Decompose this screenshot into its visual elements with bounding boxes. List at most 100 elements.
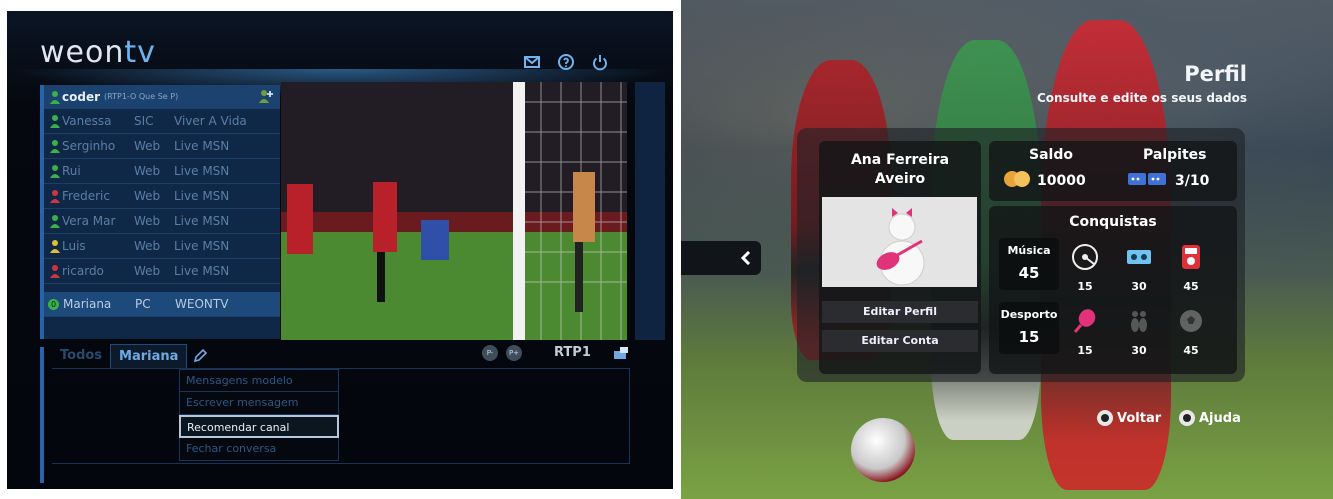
bowling-icon xyxy=(1131,311,1147,332)
edit-account-button[interactable]: Editar Conta xyxy=(822,330,978,352)
achievement-bowling: 30 xyxy=(1121,308,1157,357)
menu-item-escrever-mensagem[interactable]: Escrever mensagem xyxy=(179,392,339,415)
palpites-label: Palpites xyxy=(1143,147,1207,163)
contact-source: Web xyxy=(134,139,161,153)
chevron-left-icon xyxy=(741,251,751,265)
person-icon xyxy=(50,190,60,203)
menu-item-mensagens-modelo[interactable]: Mensagens modelo xyxy=(179,369,339,392)
contact-row[interactable]: Vanessa SIC Viver A Vida xyxy=(44,109,280,134)
contact-row[interactable]: ricardo Web Live MSN xyxy=(44,259,280,284)
achievement-football: 45 xyxy=(1173,308,1209,357)
contact-source: Web xyxy=(134,214,161,228)
contact-activity: Live MSN xyxy=(174,164,230,178)
current-user-row[interactable]: coder (RTP1-O Que Se P) xyxy=(44,85,280,109)
chat-area[interactable] xyxy=(52,368,630,464)
header-icons xyxy=(523,53,609,71)
add-contact-icon[interactable] xyxy=(258,89,274,103)
contact-activity: Live MSN xyxy=(174,264,230,278)
achievement-vinyl: 15 xyxy=(1067,244,1103,293)
help-icon[interactable] xyxy=(557,53,575,71)
achievement-tennis: 15 xyxy=(1067,308,1103,357)
back-tab[interactable] xyxy=(681,241,761,275)
help-hint[interactable]: Ajuda xyxy=(1179,410,1241,426)
selected-contact-row[interactable]: 0 Mariana PC WEONTV xyxy=(44,292,280,317)
contact-source: SIC xyxy=(134,114,154,128)
contact-name: Vera Mar xyxy=(62,214,116,228)
football-scene-image xyxy=(281,82,627,340)
person-icon xyxy=(50,90,60,104)
contact-name: Luis xyxy=(62,239,86,253)
menu-item-recomendar-canal[interactable]: Recomendar canal xyxy=(179,415,339,438)
cassette-icon xyxy=(1127,250,1151,264)
contact-name: ricardo xyxy=(62,264,104,278)
unread-badge: 0 xyxy=(48,298,59,310)
coins-icon xyxy=(1004,171,1030,187)
contact-name: Vanessa xyxy=(62,114,112,128)
contact-activity: Viver A Vida xyxy=(174,114,247,128)
contact-row[interactable]: Vera Mar Web Live MSN xyxy=(44,209,280,234)
channel-name: RTP1 xyxy=(554,345,591,360)
person-icon xyxy=(50,115,60,128)
category-musica: Música 45 xyxy=(999,238,1059,290)
side-bar xyxy=(635,82,665,340)
contact-source: Web xyxy=(134,239,161,253)
contact-row[interactable]: Serginho Web Live MSN xyxy=(44,134,280,159)
page-subtitle: Consulte e edite os seus dados xyxy=(1036,91,1247,105)
channel-bar: P- P+ RTP1 xyxy=(472,342,662,364)
tab-mariana[interactable]: Mariana xyxy=(110,344,188,368)
weontv-logo: weontv xyxy=(40,35,156,70)
contact-name: Rui xyxy=(62,164,81,178)
mail-icon[interactable] xyxy=(523,53,541,71)
achievements-title: Conquistas xyxy=(1069,214,1157,230)
contact-activity: WEONTV xyxy=(175,297,229,311)
contact-activity: Live MSN xyxy=(174,214,230,228)
profile-screen: Perfil Consulte e edite os seus dados An… xyxy=(681,0,1333,499)
contact-activity: Live MSN xyxy=(174,139,230,153)
profile-name: Ana Ferreira Aveiro xyxy=(850,152,950,187)
contact-name: Mariana xyxy=(63,297,112,311)
category-value: 45 xyxy=(1018,264,1040,282)
back-button-icon xyxy=(1097,410,1113,426)
tab-todos[interactable]: Todos xyxy=(52,344,110,368)
person-icon xyxy=(50,240,60,253)
power-icon[interactable] xyxy=(591,53,609,71)
saldo-label: Saldo xyxy=(1029,147,1073,163)
category-label: Desporto xyxy=(1000,308,1058,321)
edit-profile-button[interactable]: Editar Perfil xyxy=(822,301,978,323)
next-channel-button[interactable]: P+ xyxy=(506,345,522,361)
tennis-racket-icon xyxy=(1073,309,1096,333)
category-label: Música xyxy=(1007,244,1051,257)
category-desporto: Desporto 15 xyxy=(999,302,1059,354)
contact-source: Web xyxy=(134,264,161,278)
pencil-icon[interactable] xyxy=(187,344,213,368)
chat-options-menu: Mensagens modelo Escrever mensagem Recom… xyxy=(179,369,339,461)
back-hint[interactable]: Voltar xyxy=(1097,410,1161,426)
chat-left-border xyxy=(40,347,44,483)
avatar[interactable] xyxy=(822,197,977,287)
saldo-value: 10000 xyxy=(1037,173,1086,189)
achievement-player: 45 xyxy=(1173,244,1209,293)
tv-preview[interactable] xyxy=(281,82,627,340)
category-value: 15 xyxy=(1018,328,1040,346)
contact-source: Web xyxy=(134,189,161,203)
weontv-panel: weontv coder (RTP1-O Que Se P) Vanessa SI… xyxy=(7,11,673,489)
remote-icon[interactable] xyxy=(612,345,630,361)
contact-row[interactable]: Rui Web Live MSN xyxy=(44,159,280,184)
menu-item-fechar-conversa[interactable]: Fechar conversa xyxy=(179,438,339,461)
contact-source: PC xyxy=(135,297,151,311)
vinyl-record-icon xyxy=(1072,244,1098,270)
person-icon xyxy=(50,215,60,228)
contact-name: Serginho xyxy=(62,139,116,153)
person-icon xyxy=(50,265,60,278)
contact-row[interactable]: Luis Web Live MSN xyxy=(44,234,280,259)
contact-list: coder (RTP1-O Que Se P) Vanessa SIC Viver … xyxy=(40,85,280,339)
contact-source: Web xyxy=(134,164,161,178)
music-player-icon xyxy=(1182,245,1200,269)
current-user-name: coder xyxy=(62,89,101,104)
tickets-icon xyxy=(1128,173,1166,185)
previous-channel-button[interactable]: P- xyxy=(482,345,498,361)
profile-info-box: Ana Ferreira Aveiro Editar Perfil Editar… xyxy=(819,141,981,374)
chat-tabs: Todos Mariana xyxy=(52,344,213,368)
page-title: Perfil xyxy=(1184,62,1247,86)
contact-row[interactable]: Frederic Web Live MSN xyxy=(44,184,280,209)
